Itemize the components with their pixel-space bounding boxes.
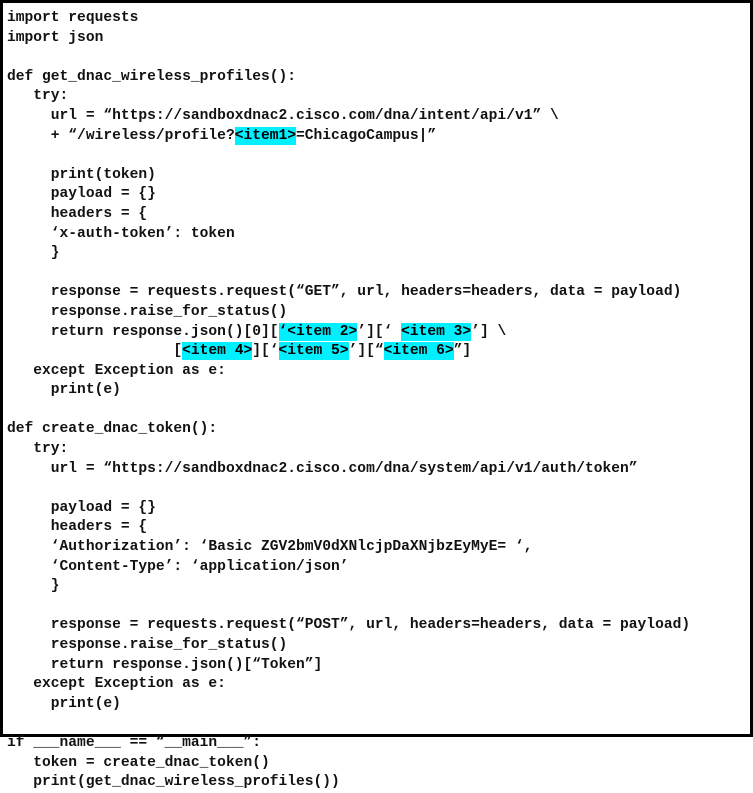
code-text: headers = {	[7, 519, 148, 536]
code-text: except Exception as e:	[7, 676, 226, 693]
code-line: response.raise_for_status()	[7, 636, 750, 656]
code-text: token = create_dnac_token()	[7, 754, 270, 771]
python-code-listing: import requests import json def get_dnac…	[7, 9, 750, 793]
code-text: print(e)	[7, 382, 121, 399]
code-text: ’][“	[348, 343, 384, 360]
code-text: if ___name___ == “__main___”:	[7, 734, 261, 751]
highlighted-placeholder[interactable]: <item 3>	[401, 322, 472, 341]
code-text: response.raise_for_status()	[7, 303, 288, 320]
code-line: def get_dnac_wireless_profiles():	[7, 68, 750, 88]
code-text: return response.json()[0][	[7, 323, 279, 340]
code-text: def get_dnac_wireless_profiles():	[7, 68, 297, 85]
code-line: payload = {}	[7, 499, 750, 519]
code-line: headers = {	[7, 518, 750, 538]
code-line: except Exception as e:	[7, 362, 750, 382]
code-line: token = create_dnac_token()	[7, 754, 750, 774]
code-line: except Exception as e:	[7, 675, 750, 695]
code-text: response = requests.request(“GET”, url, …	[7, 284, 682, 301]
code-line: payload = {}	[7, 185, 750, 205]
code-line: print(e)	[7, 381, 750, 401]
code-text: ’] \	[471, 323, 507, 340]
code-line: response.raise_for_status()	[7, 303, 750, 323]
code-text: url = “https://sandboxdnac2.cisco.com/dn…	[7, 107, 559, 124]
highlighted-placeholder[interactable]: <item 6>	[383, 342, 454, 361]
code-line: return response.json()[0][‘<item 2>’][‘ …	[7, 322, 750, 343]
code-text: ‘Authorization’: ‘Basic ZGV2bmV0dXNlcjpD…	[7, 539, 533, 556]
code-text: print(get_dnac_wireless_profiles())	[7, 774, 340, 791]
code-text: except Exception as e:	[7, 362, 226, 379]
code-text: ’][‘	[357, 323, 402, 340]
code-text: [	[7, 343, 183, 360]
code-listing-frame: import requests import json def get_dnac…	[0, 0, 753, 790]
code-text: print(e)	[7, 695, 121, 712]
code-line: }	[7, 577, 750, 597]
code-line: }	[7, 244, 750, 264]
code-line: ‘Authorization’: ‘Basic ZGV2bmV0dXNlcjpD…	[7, 538, 750, 558]
code-text: }	[7, 245, 60, 262]
code-line: print(token)	[7, 166, 750, 186]
code-line: return response.json()[“Token”]	[7, 656, 750, 676]
code-line: headers = {	[7, 205, 750, 225]
code-line: try:	[7, 87, 750, 107]
code-text: ”]	[453, 343, 472, 360]
code-line: url = “https://sandboxdnac2.cisco.com/dn…	[7, 107, 750, 127]
code-line: def create_dnac_token():	[7, 420, 750, 440]
code-text: headers = {	[7, 205, 148, 222]
highlighted-placeholder[interactable]: ‘<item 2>	[278, 322, 358, 341]
highlighted-placeholder[interactable]: <item1>	[234, 126, 297, 145]
code-line: print(e)	[7, 695, 750, 715]
code-line: import json	[7, 29, 750, 49]
code-text: }	[7, 578, 60, 595]
highlighted-placeholder[interactable]: <item 5>	[278, 342, 349, 361]
code-text: try:	[7, 441, 69, 458]
code-line: ‘x-auth-token’: token	[7, 225, 750, 245]
code-line: [<item 4>][‘<item 5>’][“<item 6>”]	[7, 342, 750, 362]
code-text: + “/wireless/profile?	[7, 127, 235, 144]
code-text: url = “https://sandboxdnac2.cisco.com/dn…	[7, 460, 638, 477]
code-line: print(get_dnac_wireless_profiles())	[7, 773, 750, 793]
code-text: print(token)	[7, 166, 156, 183]
code-line: response = requests.request(“GET”, url, …	[7, 283, 750, 303]
code-text: payload = {}	[7, 186, 156, 203]
code-text: ‘Content-Type’: ‘application/json’	[7, 558, 349, 575]
code-text: import requests	[7, 10, 139, 26]
code-line: + “/wireless/profile?<item1>=ChicagoCamp…	[7, 126, 750, 147]
code-text: response = requests.request(“POST”, url,…	[7, 617, 691, 634]
code-line: import requests	[7, 9, 750, 29]
code-text: payload = {}	[7, 499, 156, 516]
code-line: response = requests.request(“POST”, url,…	[7, 616, 750, 636]
code-text: try:	[7, 88, 69, 105]
code-text: import json	[7, 29, 104, 46]
code-text: response.raise_for_status()	[7, 637, 288, 653]
code-text: ‘x-auth-token’: token	[7, 225, 235, 242]
code-text: return response.json()[“Token”]	[7, 656, 323, 673]
code-line: try:	[7, 440, 750, 460]
code-text: def create_dnac_token():	[7, 421, 218, 438]
code-line: ‘Content-Type’: ‘application/json’	[7, 558, 750, 578]
code-line: url = “https://sandboxdnac2.cisco.com/dn…	[7, 460, 750, 480]
highlighted-placeholder[interactable]: <item 4>	[182, 342, 253, 361]
code-text: =ChicagoCampus|”	[296, 127, 437, 144]
code-text: ][‘	[252, 343, 279, 360]
